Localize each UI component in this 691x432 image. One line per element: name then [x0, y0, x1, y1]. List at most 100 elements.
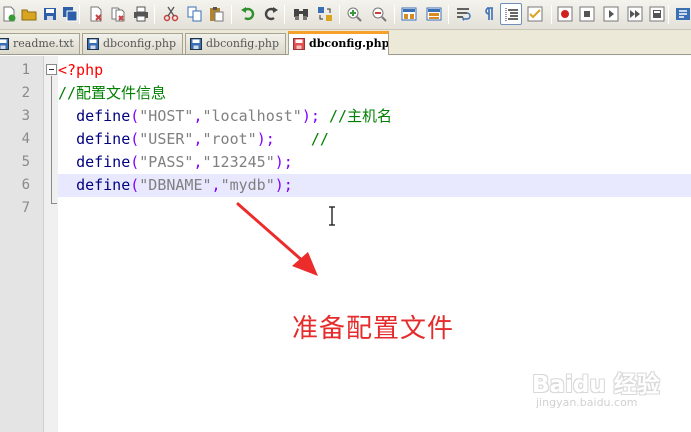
code-token-op: ( [130, 107, 140, 125]
open-file-icon [21, 9, 37, 21]
macro-play-multiple-button[interactable] [624, 3, 646, 25]
word-wrap-button[interactable] [453, 3, 475, 25]
code-line[interactable]: define("DBNAME","mydb"); [58, 174, 691, 197]
indent-guide-button[interactable] [500, 3, 522, 25]
macro-play-button[interactable] [600, 3, 622, 25]
code-token-op: ( [130, 130, 140, 148]
print-icon [134, 6, 148, 22]
macro-save-icon [649, 6, 665, 22]
close-all-button[interactable] [107, 3, 129, 25]
code-token-comment: // [310, 130, 329, 148]
copy-button[interactable] [184, 3, 206, 25]
cut-button[interactable] [160, 3, 182, 25]
fold-end-marker [51, 203, 57, 204]
line-number: 7 [21, 200, 30, 216]
replace-button[interactable] [314, 3, 336, 25]
print-button[interactable] [130, 3, 152, 25]
tab-active-dbconfig[interactable]: dbconfig.php [288, 31, 389, 55]
new-file-icon [3, 6, 16, 22]
tab-dbconfig-php[interactable]: dbconfig.php [185, 33, 286, 54]
code-line[interactable] [58, 197, 691, 220]
macro-play-multiple-icon [627, 6, 643, 22]
macro-stop-button[interactable] [576, 3, 598, 25]
tab-dbconfig-php[interactable]: dbconfig.php [82, 33, 183, 54]
toolbar-separator [551, 5, 552, 24]
sync-horizontal-button[interactable] [423, 3, 445, 25]
save-all-button[interactable] [59, 3, 81, 25]
code-token-comment: //配置文件信息 [58, 84, 167, 102]
code-line[interactable]: define("USER","root"); // [58, 128, 691, 151]
tab-bar: readme.txt dbconfig.php dbconfig.php dbconf… [0, 30, 691, 55]
code-line[interactable]: //配置文件信息 [58, 82, 691, 105]
code-line[interactable]: <?php [58, 59, 691, 82]
code-token-str: "mydb" [220, 176, 275, 194]
redo-icon [264, 7, 278, 21]
paste-button[interactable] [205, 3, 227, 25]
file-saved-icon [87, 38, 99, 50]
zoom-out-button[interactable] [368, 3, 390, 25]
find-button[interactable] [290, 3, 312, 25]
code-token-op: ); [256, 130, 275, 148]
line-number: 2 [21, 85, 30, 101]
code-token-op: ( [130, 176, 140, 194]
code-token-op: ); [274, 153, 293, 171]
line-number: 1 [21, 62, 30, 78]
close-button[interactable] [85, 3, 107, 25]
code-token-str: "USER" [139, 130, 194, 148]
user-defined-language-button[interactable] [524, 3, 546, 25]
copy-icon [187, 6, 202, 22]
toolbar-separator [668, 5, 669, 24]
zoom-in-button[interactable] [343, 3, 365, 25]
text-cursor-icon [329, 206, 335, 226]
undo-icon [241, 7, 255, 21]
user-defined-language-icon [527, 6, 543, 22]
code-token-fn: define [76, 176, 131, 194]
tab-label: readme.txt [13, 37, 74, 50]
toolbar-separator [394, 5, 395, 24]
line-number: 6 [21, 177, 30, 193]
fold-toggle-icon[interactable] [46, 64, 57, 75]
close-all-icon [111, 7, 125, 22]
sync-vertical-icon [401, 7, 417, 21]
code-token-op: , [211, 176, 221, 194]
code-token-str: "DBNAME" [139, 176, 212, 194]
file-saved-icon [190, 38, 202, 50]
macro-save-button[interactable] [646, 3, 668, 25]
save-button[interactable] [39, 3, 61, 25]
code-token-str: "HOST" [139, 107, 194, 125]
new-file-button[interactable] [0, 3, 20, 25]
toolbar-separator [284, 5, 285, 24]
fold-guide [51, 76, 52, 204]
code-token-op: ( [130, 153, 140, 171]
sync-horizontal-icon [426, 7, 442, 21]
baidu-logo: Baidu 经验 [532, 372, 660, 398]
redo-button[interactable] [260, 3, 282, 25]
toolbar-separator [448, 5, 449, 24]
macro-record-button[interactable] [554, 3, 576, 25]
code-line[interactable]: define("HOST","localhost"); //主机名 [58, 105, 691, 128]
indent-guide-icon [505, 8, 518, 22]
code-token-op: , [193, 130, 203, 148]
annotation-arrow [236, 202, 318, 276]
open-file-button[interactable] [18, 3, 40, 25]
tab-readme-txt[interactable]: readme.txt [0, 33, 80, 54]
code-line[interactable]: define("PASS","123245"); [58, 151, 691, 174]
annotation-text: 准备配置文件 [292, 314, 455, 344]
tab-label: dbconfig.php [309, 37, 389, 50]
code-token-fn: define [76, 153, 131, 171]
code-token-op: ); [301, 107, 320, 125]
run-button[interactable] [672, 3, 691, 25]
macro-stop-icon [579, 6, 595, 22]
find-icon [294, 9, 308, 20]
sync-vertical-button[interactable] [398, 3, 420, 25]
show-all-characters-button[interactable] [477, 3, 499, 25]
toolbar-separator [154, 5, 155, 24]
save-icon [44, 8, 56, 20]
undo-button[interactable] [237, 3, 259, 25]
code-token-str: "PASS" [139, 153, 194, 171]
line-number: 4 [21, 131, 30, 147]
